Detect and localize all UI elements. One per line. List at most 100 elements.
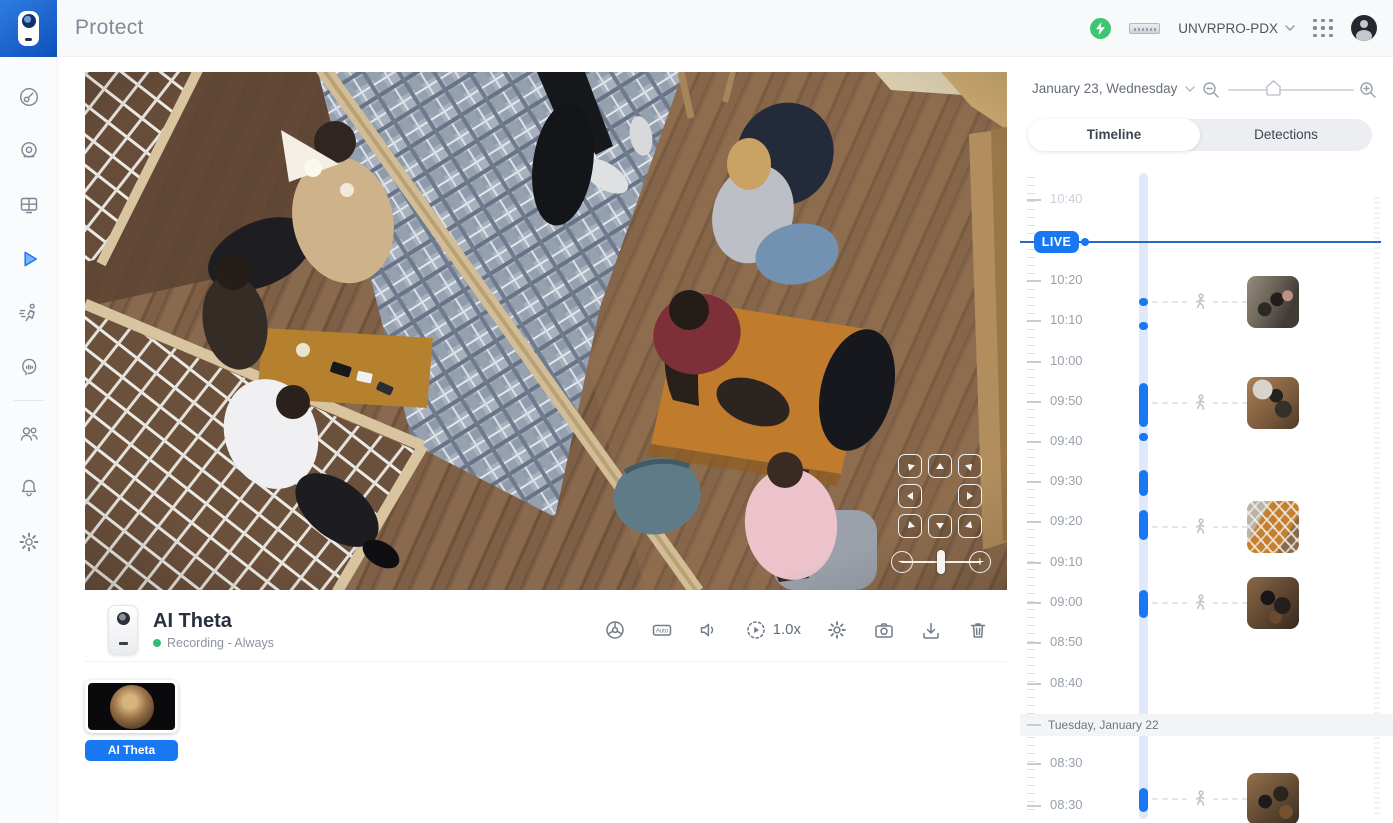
chevron-down-icon	[1285, 25, 1295, 31]
timeline-zoom-out-icon[interactable]	[1202, 81, 1220, 104]
detection-thumbnail[interactable]	[1247, 276, 1299, 328]
timeline-tick-label: 08:30	[1050, 797, 1083, 812]
timeline-major-tick	[1027, 481, 1041, 483]
person-detection-icon	[1187, 590, 1213, 616]
nav-motion-detections-icon[interactable]	[9, 286, 49, 340]
person-detection-icon	[1187, 390, 1213, 416]
recording-segment[interactable]	[1139, 590, 1148, 618]
timeline-tick-label: 10:20	[1050, 272, 1083, 287]
recording-segment[interactable]	[1139, 788, 1148, 812]
camera-settings-gear-icon[interactable]	[826, 619, 848, 641]
timeline-tick-label: 10:40	[1050, 191, 1083, 206]
arrow-down-icon	[936, 523, 944, 529]
camera-thumbnail-label[interactable]: AI Theta	[85, 740, 178, 761]
nav-users-icon[interactable]	[9, 407, 49, 461]
auto-label: Auto	[655, 628, 668, 634]
app-title: Protect	[75, 16, 144, 40]
timeline-tick-label: 10:00	[1050, 353, 1083, 368]
detection-thumbnail[interactable]	[1247, 577, 1299, 629]
tab-detections[interactable]: Detections	[1200, 119, 1372, 151]
recording-status-label: Recording - Always	[167, 636, 274, 650]
timeline-major-tick	[1027, 642, 1041, 644]
ptz-down-left-button[interactable]	[898, 514, 922, 538]
camera-thumbnail-card[interactable]	[85, 680, 178, 733]
nav-dashboard-gauge-icon[interactable]	[9, 70, 49, 124]
console-selector[interactable]: UNVRPRO-PDX	[1178, 21, 1295, 36]
camera-meta: AI Theta Recording - Always	[153, 610, 274, 650]
ptz-up-button[interactable]	[928, 454, 952, 478]
protect-app: Protect UNVRPRO-PDX	[0, 0, 1393, 823]
recording-segment[interactable]	[1139, 433, 1148, 441]
live-badge[interactable]: LIVE	[1034, 231, 1079, 253]
timeline-major-tick	[1027, 562, 1041, 564]
timeline-major-tick	[1027, 401, 1041, 403]
timeline-tabs: Timeline Detections	[1028, 119, 1372, 151]
timeline-tick-label: 09:00	[1050, 594, 1083, 609]
nav-ai-assistant-icon[interactable]	[9, 340, 49, 394]
left-nav-rail	[0, 57, 58, 823]
timeline-panel: January 23, Wednesday Timeline Detection…	[1020, 57, 1393, 823]
detection-thumbnail[interactable]	[1247, 377, 1299, 429]
recording-dot-icon	[153, 639, 161, 647]
timeline-tick-label: 09:30	[1050, 473, 1083, 488]
detection-thumbnail[interactable]	[1247, 501, 1299, 553]
volume-icon[interactable]	[698, 619, 720, 641]
nav-notifications-bell-icon[interactable]	[9, 461, 49, 515]
snapshot-camera-icon[interactable]	[873, 619, 895, 641]
recording-segment[interactable]	[1139, 298, 1148, 306]
timeline-major-tick	[1027, 683, 1041, 685]
ptz-pad	[898, 454, 982, 538]
dewarp-fisheye-icon[interactable]	[604, 619, 626, 641]
date-selector[interactable]: January 23, Wednesday	[1032, 81, 1195, 96]
recording-segment[interactable]	[1139, 383, 1148, 427]
protect-logo[interactable]	[0, 0, 57, 57]
camera-device-image	[108, 605, 138, 655]
timeline-zoom-in-icon[interactable]	[1359, 81, 1377, 104]
nav-viewports-grid-icon[interactable]	[9, 178, 49, 232]
video-zoom-control: − +	[891, 549, 991, 575]
delete-trash-icon[interactable]	[967, 619, 989, 641]
timeline-major-tick	[1027, 361, 1041, 363]
timeline-major-tick	[1027, 521, 1041, 523]
recording-segment[interactable]	[1139, 470, 1148, 496]
user-avatar[interactable]	[1351, 15, 1377, 41]
ptz-right-button[interactable]	[958, 484, 982, 508]
live-dot-icon	[1081, 238, 1089, 246]
app-switcher-icon[interactable]	[1313, 19, 1333, 38]
playback-speed-label: 1.0x	[773, 621, 801, 638]
nav-playback-icon[interactable]	[9, 232, 49, 286]
person-detection-icon	[1187, 786, 1213, 812]
top-bar: Protect UNVRPRO-PDX	[0, 0, 1393, 57]
power-status-icon[interactable]	[1090, 18, 1111, 39]
camera-live-view[interactable]: − +	[85, 72, 1007, 590]
timeline-zoom-slider[interactable]	[1228, 89, 1354, 91]
timeline-major-tick	[1027, 320, 1041, 322]
download-icon[interactable]	[920, 619, 942, 641]
timeline-zoom-handle[interactable]	[1266, 80, 1281, 101]
playback-speed-control[interactable]: 1.0x	[745, 619, 801, 641]
day-divider: Tuesday, January 22	[1020, 714, 1393, 736]
recording-segment[interactable]	[1139, 322, 1148, 330]
video-zoom-in-button[interactable]: +	[969, 551, 991, 573]
timeline-tick-label: 08:40	[1050, 675, 1083, 690]
ptz-up-left-button[interactable]	[898, 454, 922, 478]
video-zoom-handle[interactable]	[937, 550, 945, 574]
video-zoom-out-button[interactable]: −	[891, 551, 913, 573]
camera-info-row: AI Theta Recording - Always Auto 1.0x	[85, 598, 1007, 662]
live-view-scene	[85, 72, 1007, 590]
ptz-left-button[interactable]	[898, 484, 922, 508]
timeline-tick-label: 10:10	[1050, 312, 1083, 327]
tab-timeline[interactable]: Timeline	[1028, 119, 1200, 151]
recording-segment[interactable]	[1139, 510, 1148, 540]
topbar-right: UNVRPRO-PDX	[1090, 15, 1393, 41]
auto-mode-badge[interactable]: Auto	[651, 619, 673, 641]
ptz-down-right-button[interactable]	[958, 514, 982, 538]
ptz-up-right-button[interactable]	[958, 454, 982, 478]
timeline-tick-label: 09:10	[1050, 554, 1083, 569]
arrow-up-right-icon	[965, 461, 975, 471]
ptz-down-button[interactable]	[928, 514, 952, 538]
nav-cameras-icon[interactable]	[9, 124, 49, 178]
nav-settings-gear-icon[interactable]	[9, 515, 49, 569]
detection-thumbnail[interactable]	[1247, 773, 1299, 823]
arrow-right-icon	[967, 492, 973, 500]
